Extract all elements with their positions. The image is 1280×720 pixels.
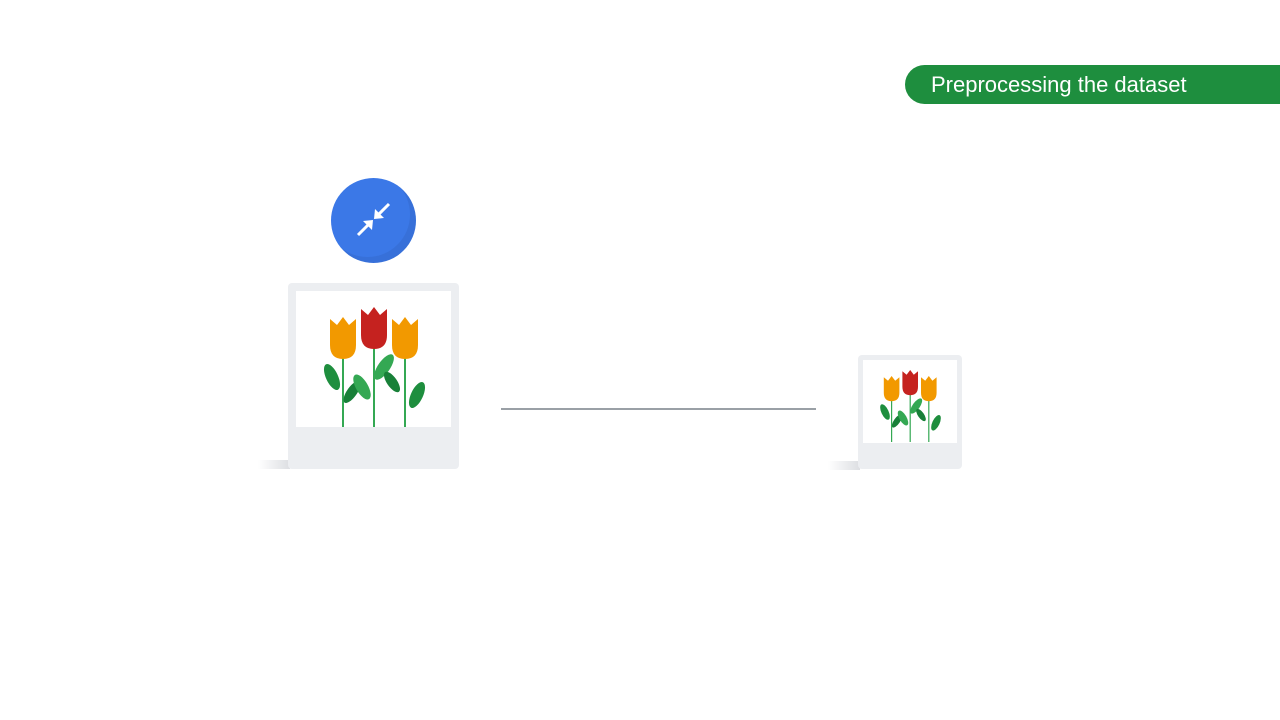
tulips-image-icon — [863, 360, 957, 443]
connector-line — [501, 408, 816, 410]
compress-button — [331, 178, 416, 263]
compress-arrows-icon — [356, 202, 391, 237]
section-badge: Preprocessing the dataset — [905, 65, 1280, 104]
image-shadow — [828, 461, 860, 470]
tulips-image-icon — [296, 291, 451, 427]
image-shadow — [258, 460, 290, 469]
original-image-card — [288, 283, 459, 469]
resized-image-card — [858, 355, 962, 469]
